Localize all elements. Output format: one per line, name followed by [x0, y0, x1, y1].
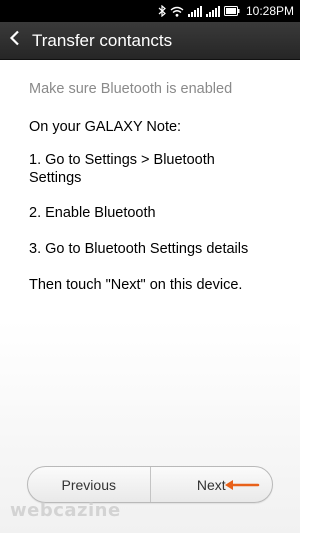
- status-time: 10:28PM: [245, 4, 294, 18]
- wifi-icon: [170, 6, 184, 17]
- step-3: 3. Go to Bluetooth Settings details: [29, 241, 249, 257]
- status-bar: 10:28PM: [0, 0, 300, 22]
- step-1: 1. Go to Settings > Bluetooth Settings: [29, 151, 215, 187]
- signal-icon-2: [205, 5, 220, 17]
- arrow-annotation-icon: [225, 480, 260, 490]
- step-1-line-1: 1. Go to Settings > Bluetooth: [29, 152, 215, 168]
- action-bar: Transfer contancts: [0, 22, 300, 60]
- battery-icon: [223, 6, 240, 16]
- bluetooth-icon: [158, 5, 166, 17]
- page-title: Transfer contancts: [32, 30, 173, 50]
- screen: 10:28PM Transfer contancts Make sure Blu…: [0, 0, 300, 533]
- watermark: webcazine: [10, 500, 121, 521]
- instructions-heading: On your GALAXY Note:: [29, 119, 182, 135]
- signal-icon: [187, 5, 202, 17]
- back-button[interactable]: [0, 22, 30, 60]
- step-1-line-2: Settings: [29, 170, 82, 186]
- next-instruction: Then touch "Next" on this device.: [29, 277, 243, 293]
- chevron-left-icon: [9, 30, 21, 51]
- bluetooth-hint: Make sure Bluetooth is enabled: [29, 81, 233, 97]
- step-2: 2. Enable Bluetooth: [29, 205, 156, 221]
- previous-button[interactable]: Previous: [28, 467, 151, 502]
